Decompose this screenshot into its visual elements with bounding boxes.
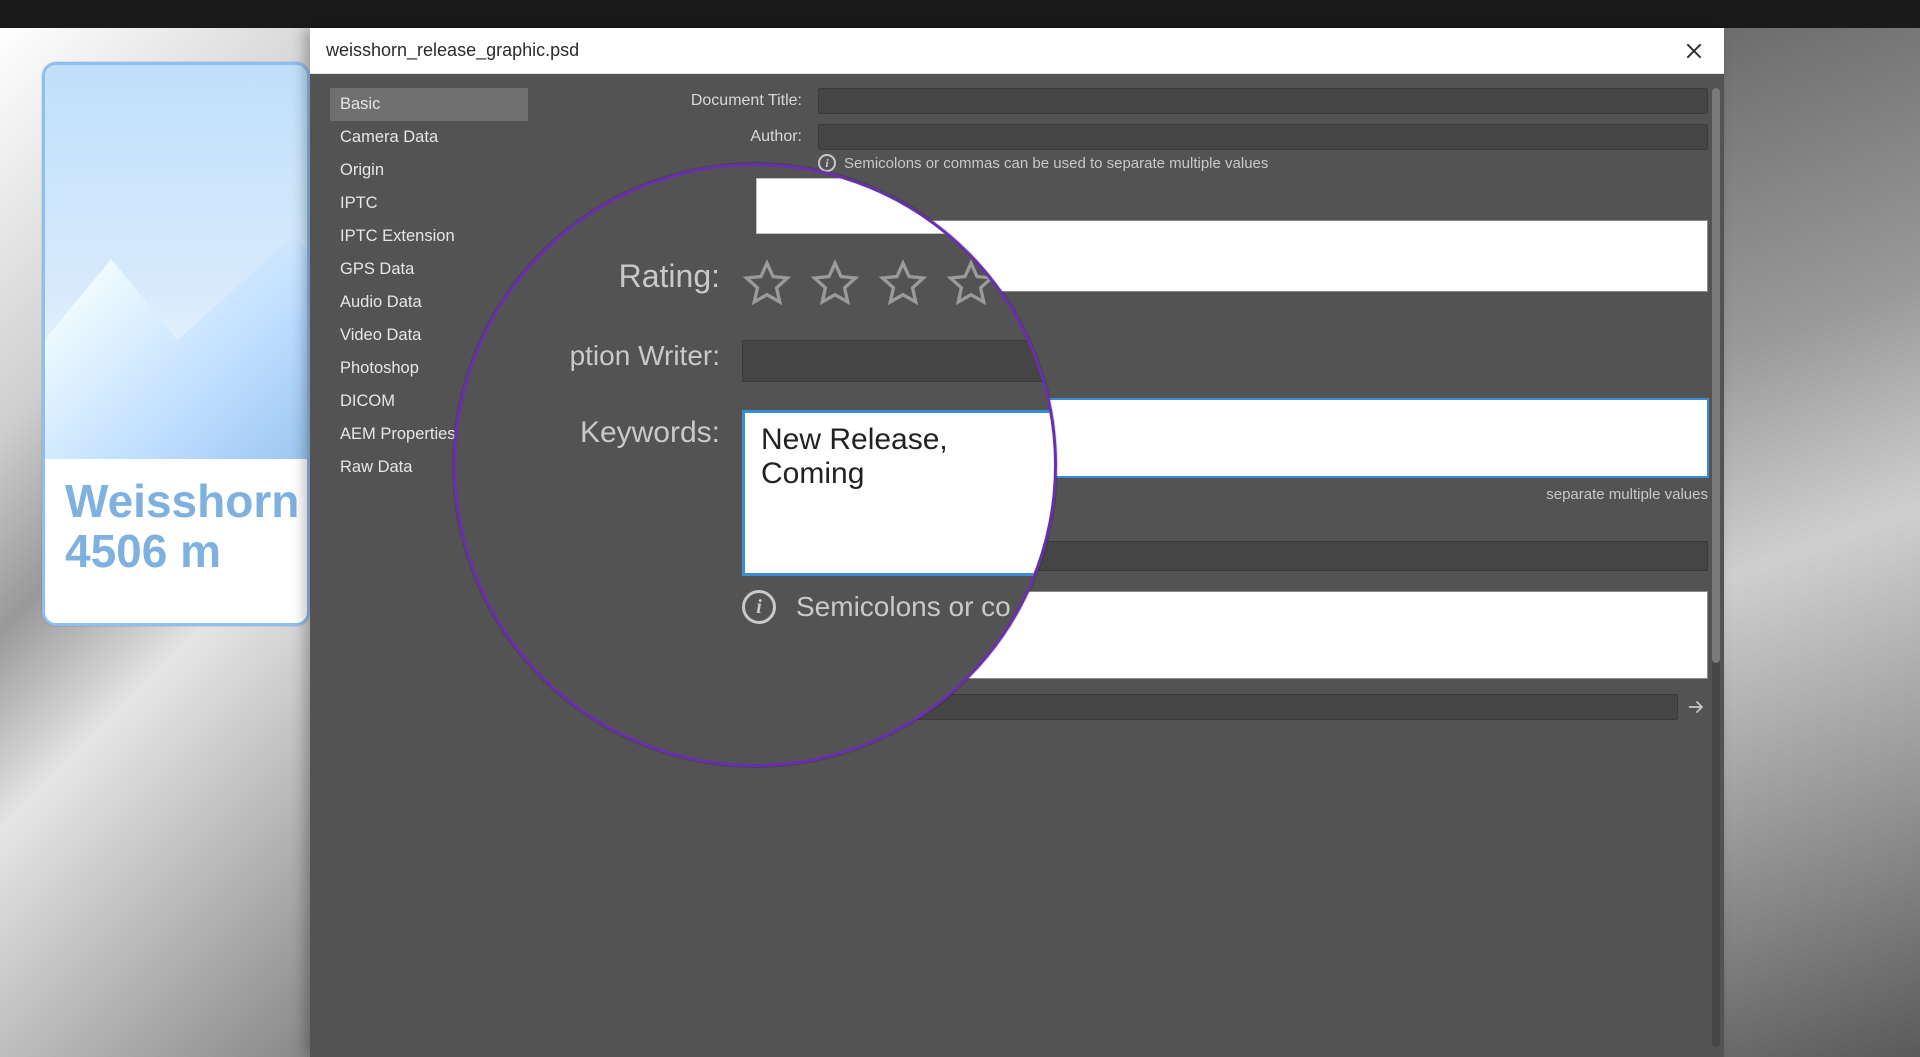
magnifier-hint: i Semicolons or co: [742, 590, 1011, 624]
star-icon[interactable]: [878, 258, 928, 308]
background-right: [1724, 28, 1920, 1057]
magnifier-input-description-writer[interactable]: [742, 340, 1044, 382]
dialog-filename: weisshorn_release_graphic.psd: [326, 40, 579, 61]
star-icon[interactable]: [946, 258, 996, 308]
dialog-titlebar: weisshorn_release_graphic.psd: [310, 28, 1724, 74]
category-item[interactable]: Camera Data: [330, 121, 528, 154]
star-icon[interactable]: [742, 258, 792, 308]
thumbnail-caption: Weisshorn 4506 m: [45, 459, 307, 623]
magnifier-label-rating: Rating:: [456, 258, 742, 295]
magnifier-peek-textarea: [756, 178, 994, 234]
magnifier-label-description-writer: ption Writer:: [456, 340, 742, 372]
thumbnail-title-line2: 4506 m: [65, 525, 287, 578]
input-author[interactable]: [818, 124, 1708, 150]
magnifier-label-keywords: Keywords:: [456, 410, 742, 450]
thumbnail-card: Weisshorn 4506 m: [42, 62, 310, 626]
dialog-scroll-thumb[interactable]: [1712, 88, 1720, 663]
row-document-title: Document Title:: [548, 88, 1708, 114]
thumbnail-title-line1: Weisshorn: [65, 477, 287, 525]
magnifier-row-description-writer: ption Writer:: [456, 340, 1054, 382]
magnifier-overlay: Rating: ption Writer: Keywords: New Rele…: [453, 163, 1057, 767]
info-icon: i: [742, 590, 776, 624]
magnifier-input-keywords[interactable]: New Release, Coming: [742, 410, 1054, 576]
dialog-scrollbar[interactable]: [1712, 88, 1720, 1047]
magnifier-row-hint: i Semicolons or co: [456, 590, 1054, 624]
star-icon[interactable]: [810, 258, 860, 308]
magnifier-row-rating: Rating:: [456, 258, 1054, 308]
magnifier-row-keywords: Keywords: New Release, Coming: [456, 410, 1054, 576]
go-url-icon[interactable]: [1678, 697, 1708, 717]
rating-stars[interactable]: [742, 258, 996, 308]
label-author: Author:: [548, 124, 818, 146]
close-icon[interactable]: [1680, 37, 1708, 65]
magnifier-hint-text: Semicolons or co: [796, 591, 1011, 623]
hint-keywords-text: separate multiple values: [1546, 486, 1708, 503]
category-item[interactable]: Basic: [330, 88, 528, 121]
label-document-title: Document Title:: [548, 88, 818, 110]
magnifier-content: Rating: ption Writer: Keywords: New Rele…: [456, 166, 1054, 764]
input-document-title[interactable]: [818, 88, 1708, 114]
